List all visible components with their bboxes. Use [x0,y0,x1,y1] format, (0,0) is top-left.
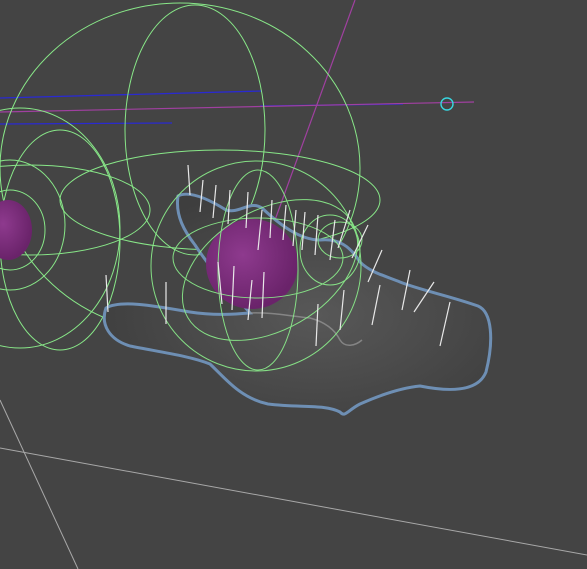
axis-line-blue [0,122,173,125]
skin-surface[interactable] [102,192,493,416]
normal-line [337,209,351,249]
ground-grid [0,399,587,569]
axis-line-blue [0,90,263,99]
axis-lines [0,0,475,221]
grid-line [0,447,587,556]
viewport-scene[interactable] [0,0,587,569]
normal-line [187,164,191,196]
3d-viewport[interactable] [0,0,587,569]
pivot-line [0,101,475,113]
circle-handle-icon[interactable] [440,97,454,111]
grid-line [0,399,79,569]
pivot-line [274,0,356,221]
muscle-sphere-left[interactable] [0,200,32,260]
